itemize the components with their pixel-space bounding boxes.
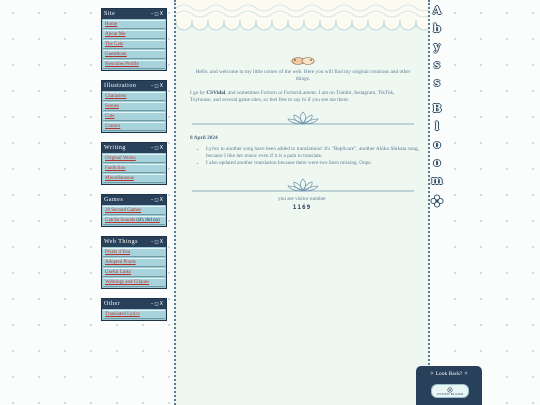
- nav-link-adopted-pixels[interactable]: Adopted Pixels: [103, 258, 165, 267]
- title-letter: o: [433, 156, 441, 169]
- window-title: Illustration: [104, 83, 137, 89]
- nav-link-miscellaneous[interactable]: Miscellaneous: [103, 174, 165, 183]
- nav-link-the-cats[interactable]: The Cats: [103, 40, 165, 49]
- title-letter: A: [432, 4, 442, 17]
- window-title: Other: [104, 301, 121, 307]
- title-spacer: [430, 94, 446, 102]
- nav-link-20-second-games[interactable]: 20 Second Games: [103, 206, 165, 215]
- visitor-counter: 1169: [292, 204, 312, 211]
- nav-link-fanfiction[interactable]: Fanfiction: [103, 164, 165, 173]
- bird-pixel-icon: [290, 57, 316, 65]
- title-letter: s: [433, 58, 441, 71]
- window-title: Writing: [104, 145, 126, 151]
- main-content-panel: Hello, and welcome to my little corner o…: [174, 0, 430, 405]
- site-window: Site –◻X Home About Me The Cats Guestboo…: [101, 8, 167, 71]
- look-back-title: ✧ Look Back? ✧: [429, 371, 469, 377]
- about-paragraph: I go by CSVidal, and sometimes Forlorn o…: [190, 90, 416, 104]
- news-item: Lyrics to another song have been added t…: [206, 146, 426, 159]
- nav-link-scenes[interactable]: Scenes: [103, 102, 165, 111]
- window-title: Games: [104, 197, 124, 203]
- window-title: Web Things: [104, 239, 138, 245]
- sidebar-nav: Site –◻X Home About Me The Cats Guestboo…: [101, 8, 167, 330]
- illustration-window: Illustration –◻X Characters Scenes Cute …: [101, 80, 167, 133]
- news-date: 8 April 2024: [190, 135, 218, 141]
- nav-link-gatcha-sounds[interactable]: Gatcha Sounds (sfx tbd on): [103, 216, 165, 225]
- window-controls[interactable]: –◻X: [151, 11, 164, 17]
- window-title: Site: [104, 11, 116, 17]
- nav-link-home[interactable]: Home: [103, 20, 165, 29]
- lace-border-decoration: [176, 0, 428, 31]
- flower-icon: [430, 194, 444, 208]
- nav-link-label[interactable]: Gatcha Sounds: [105, 218, 135, 223]
- visitor-label: you are visitor number: [277, 196, 327, 202]
- nav-link-translated-lyrics[interactable]: Translated Lyrics: [103, 310, 165, 319]
- title-letter: o: [433, 138, 441, 151]
- window-titlebar: Writing –◻X: [102, 143, 166, 153]
- title-letter: s: [433, 76, 441, 89]
- lotus-divider-icon: [192, 178, 414, 192]
- nav-link-neocities-profile[interactable]: Neocities Profile: [103, 60, 165, 69]
- nav-link-comics[interactable]: Comics: [103, 122, 165, 131]
- badge-label: UNITED BLOOM: [436, 391, 464, 396]
- title-letter: y: [433, 40, 441, 53]
- other-window: Other –◻X Translated Lyrics: [101, 298, 167, 321]
- lotus-divider-icon: [192, 111, 414, 125]
- web-things-window: Web Things –◻X Pixels 4 You Adopted Pixe…: [101, 236, 167, 289]
- window-controls[interactable]: –◻X: [151, 301, 164, 307]
- intro-paragraph: Hello, and welcome to my little corner o…: [195, 69, 411, 82]
- window-titlebar: Site –◻X: [102, 9, 166, 19]
- look-back-box: ✧ Look Back? ✧ UNITED BLOOM: [416, 366, 482, 405]
- united-bloom-badge[interactable]: UNITED BLOOM: [431, 384, 469, 398]
- window-controls[interactable]: –◻X: [151, 197, 164, 203]
- nav-link-original-works[interactable]: Original Works: [103, 154, 165, 163]
- nav-link-pixels-4-you[interactable]: Pixels 4 You: [103, 248, 165, 257]
- window-controls[interactable]: –◻X: [151, 83, 164, 89]
- vertical-site-title: A b y s s B l o o m: [430, 4, 446, 213]
- window-controls[interactable]: –◻X: [151, 239, 164, 245]
- nav-link-note: (sfx tbd on): [136, 218, 160, 223]
- title-letter: m: [431, 174, 443, 187]
- title-letter: B: [432, 102, 442, 115]
- about-text-pre: I go by: [190, 90, 207, 96]
- nav-link-useful-links[interactable]: Useful Links: [103, 268, 165, 277]
- title-letter: l: [434, 120, 440, 133]
- title-letter: b: [433, 22, 441, 35]
- username: CSVidal: [206, 90, 226, 96]
- window-titlebar: Games –◻X: [102, 195, 166, 205]
- nav-link-characters[interactable]: Characters: [103, 92, 165, 101]
- nav-link-guestbook[interactable]: Guestbook: [103, 50, 165, 59]
- window-titlebar: Illustration –◻X: [102, 81, 166, 91]
- games-window: Games –◻X 20 Second Games Gatcha Sounds …: [101, 194, 167, 227]
- window-titlebar: Web Things –◻X: [102, 237, 166, 247]
- nav-link-cute[interactable]: Cute: [103, 112, 165, 121]
- nav-link-webrings-cliques[interactable]: Webrings and Cliques: [103, 278, 165, 287]
- writing-window: Writing –◻X Original Works Fanfiction Mi…: [101, 142, 167, 185]
- nav-link-about-me[interactable]: About Me: [103, 30, 165, 39]
- window-controls[interactable]: –◻X: [151, 145, 164, 151]
- window-titlebar: Other –◻X: [102, 299, 166, 309]
- news-list: Lyrics to another song have been added t…: [198, 146, 426, 168]
- news-item: I also updated another translation becau…: [206, 160, 426, 167]
